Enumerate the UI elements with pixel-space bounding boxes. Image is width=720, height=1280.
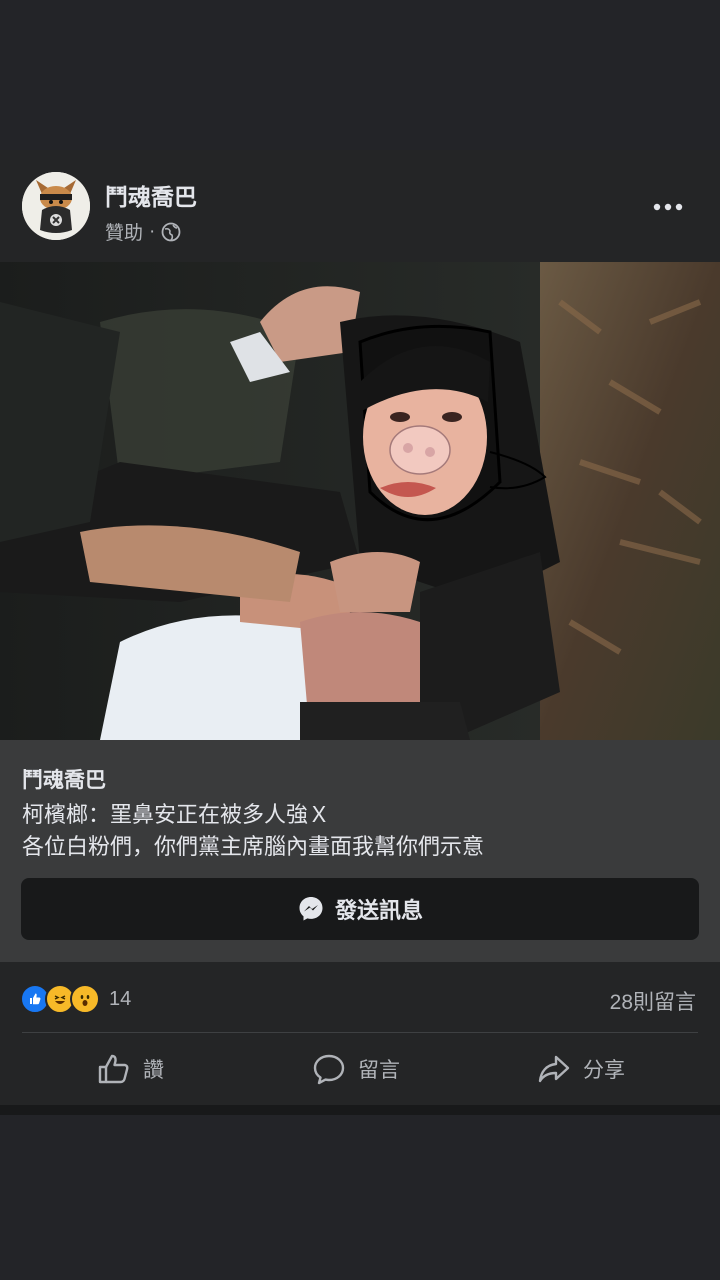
share-label: 分享 [583, 1059, 625, 1082]
sponsored-post: 鬥魂喬巴 贊助 · 鬥魂喬巴 柯檳榔：罣鼻安正在被多人強Ｘ 各位白粉們，你們黨主… [0, 150, 720, 1105]
reaction-count: 14 [109, 987, 132, 1010]
feed-separator [0, 1105, 720, 1115]
avatar-image [22, 172, 90, 240]
page-name[interactable]: 鬥魂喬巴 [105, 178, 197, 212]
globe-icon [161, 222, 181, 241]
comment-label: 留言 [358, 1059, 400, 1082]
caption-line-2: 各位白粉們，你們黨主席腦內畫面我幫你們示意 [22, 834, 485, 859]
ad-caption-area: 鬥魂喬巴 柯檳榔：罣鼻安正在被多人強Ｘ 各位白粉們，你們黨主席腦內畫面我幫你們示… [0, 740, 720, 962]
comment-icon [313, 1054, 345, 1085]
sponsored-label: 贊助 [105, 223, 144, 244]
page-avatar[interactable] [22, 172, 90, 240]
send-message-button[interactable]: 發送訊息 [21, 878, 699, 940]
messenger-icon [299, 897, 323, 921]
post-image[interactable] [0, 262, 720, 740]
post-header: 鬥魂喬巴 贊助 · [0, 150, 720, 262]
wow-icon [70, 984, 100, 1014]
more-options-button[interactable] [648, 192, 688, 222]
thumbs-up-icon [98, 1054, 129, 1084]
caption-title[interactable]: 鬥魂喬巴 [22, 764, 106, 794]
reactions-summary[interactable]: 14 [20, 984, 131, 1014]
share-button[interactable]: 分享 [537, 1033, 625, 1105]
comment-count[interactable]: 28則留言 [610, 986, 696, 1016]
comment-button[interactable]: 留言 [312, 1033, 400, 1105]
like-label: 讚 [143, 1059, 164, 1082]
post-actions: 讚 留言 分享 [0, 1033, 720, 1105]
sponsored-meta: 贊助 · [105, 218, 181, 245]
meta-separator: · [149, 220, 156, 242]
like-button[interactable]: 讚 [97, 1033, 164, 1105]
post-photo [0, 262, 720, 740]
caption-line-1: 柯檳榔：罣鼻安正在被多人強Ｘ [22, 802, 331, 827]
send-message-label: 發送訊息 [334, 898, 423, 923]
share-icon [538, 1055, 570, 1083]
engagement-stats: 14 28則留言 [0, 962, 720, 1032]
more-horizontal-icon [653, 203, 683, 211]
